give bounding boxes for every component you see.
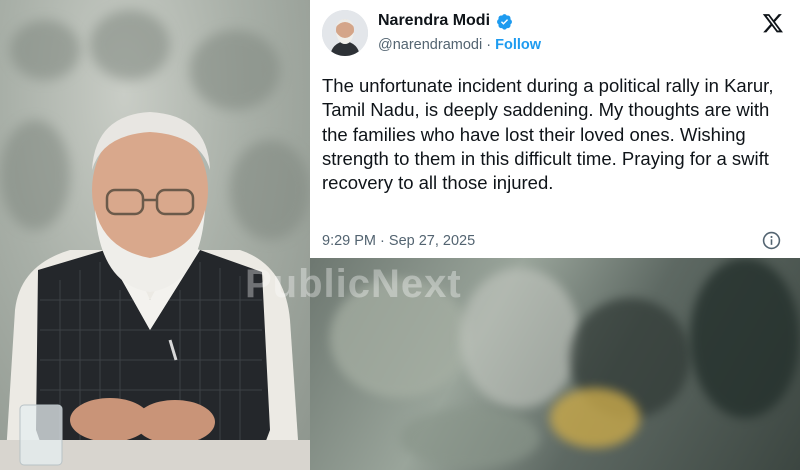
info-icon[interactable] <box>762 231 781 250</box>
verified-badge-icon <box>497 14 512 30</box>
author-name[interactable]: Narendra Modi <box>378 12 490 30</box>
tweet-time: 9:29 PM <box>322 233 376 249</box>
x-logo-icon[interactable] <box>762 12 784 34</box>
handle-row: @narendramodi · Follow <box>378 37 541 53</box>
tweet-card: Narendra Modi @narendramodi · Follow The… <box>310 0 800 258</box>
avatar[interactable] <box>322 10 368 56</box>
watermark: PublicNext <box>245 262 462 306</box>
follow-link[interactable]: Follow <box>495 37 541 53</box>
tweet-text: The unfortunate incident during a politi… <box>322 75 774 194</box>
man-portrait <box>0 112 310 470</box>
author-handle[interactable]: @narendramodi <box>378 37 482 53</box>
tweet-timestamp[interactable]: 9:29 PM · Sep 27, 2025 <box>322 233 475 249</box>
timestamp-separator: · <box>380 233 385 249</box>
tweet-date: Sep 27, 2025 <box>388 233 476 249</box>
separator: · <box>486 37 492 53</box>
news-collage: PublicNext Narendra Modi @narendramodi ·… <box>0 0 800 470</box>
